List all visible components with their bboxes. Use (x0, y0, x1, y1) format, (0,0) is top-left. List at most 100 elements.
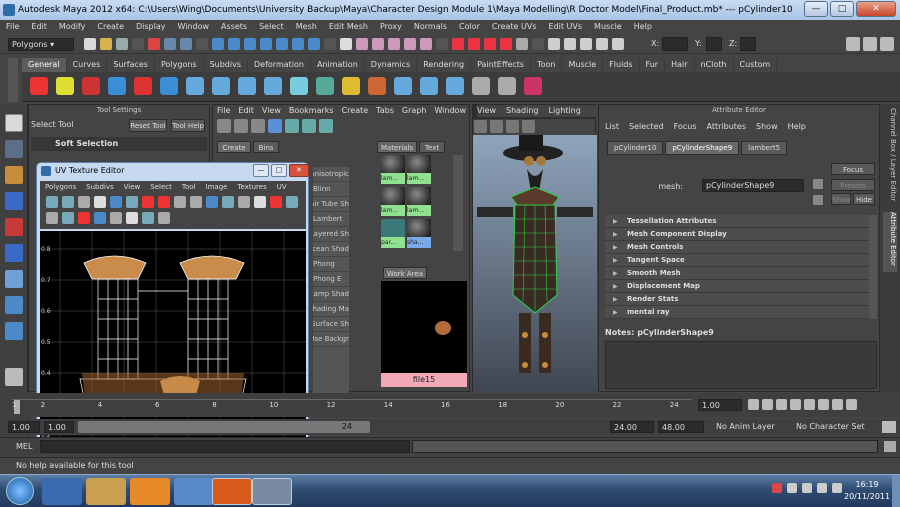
save-scene-icon[interactable] (116, 38, 128, 50)
tray-icon[interactable] (787, 483, 797, 493)
attribute-section-header[interactable]: Render Stats (605, 293, 869, 306)
uv-menu-item[interactable]: Textures (232, 181, 271, 193)
minimize-button[interactable]: — (804, 1, 828, 17)
material-swatch[interactable]: par... (381, 219, 405, 249)
layout-icon[interactable] (5, 368, 23, 386)
tab-materials[interactable]: Materials (377, 141, 417, 153)
material-swatch[interactable]: lam... (381, 187, 405, 217)
uv-tool-icon[interactable] (94, 196, 106, 208)
snap-view-icon[interactable] (404, 38, 416, 50)
shelf-tool-icon[interactable] (342, 77, 360, 95)
ipr-render-icon[interactable] (500, 38, 512, 50)
go-to-start-icon[interactable] (748, 399, 759, 410)
hypershade-menu-item[interactable]: File (217, 105, 230, 117)
material-swatch[interactable]: sha... (407, 219, 431, 249)
step-back-frame-icon[interactable] (776, 399, 787, 410)
attribute-section-header[interactable]: mental ray (605, 306, 869, 319)
shelf-tool-icon[interactable] (368, 77, 386, 95)
shader-node-item[interactable]: Layered Sh (313, 227, 349, 242)
character-set-dropdown[interactable]: No Character Set (796, 421, 878, 433)
uv-maximize-button[interactable]: □ (271, 164, 287, 177)
shelf-tab[interactable]: Surfaces (107, 58, 155, 72)
shelf-menu-button[interactable] (8, 58, 18, 102)
menu-item[interactable]: Proxy (374, 20, 408, 34)
hypershade-menu-item[interactable]: Window (434, 105, 466, 117)
tab-work-area[interactable]: Work Area (383, 267, 427, 279)
uv-tool-icon[interactable] (78, 212, 90, 224)
uv-menu-item[interactable]: Image (201, 181, 233, 193)
shelf-tool-icon[interactable] (290, 77, 308, 95)
menu-item[interactable]: Muscle (588, 20, 628, 34)
shelf-tool-icon[interactable] (212, 77, 230, 95)
attribute-tab[interactable]: pCylinder10 (607, 141, 664, 155)
step-forward-key-icon[interactable] (832, 399, 843, 410)
scale-tool-icon[interactable] (5, 244, 23, 262)
viewport-tool-icon[interactable] (474, 120, 487, 133)
shelf-tab[interactable]: General (22, 58, 67, 72)
menu-item[interactable]: Modify (53, 20, 92, 34)
shelf-tool-icon[interactable] (186, 77, 204, 95)
render-settings-icon[interactable] (516, 38, 528, 50)
y-input[interactable] (706, 37, 722, 51)
attribute-menu-item[interactable]: Focus (674, 121, 697, 133)
new-scene-icon[interactable] (84, 38, 96, 50)
menu-item[interactable]: Create UVs (486, 20, 543, 34)
hide-button[interactable]: Hide (853, 193, 875, 205)
mask-icon[interactable] (212, 38, 224, 50)
uv-menu-item[interactable]: Tool (177, 181, 201, 193)
media-player-icon[interactable] (130, 478, 170, 505)
tool-settings-toggle-icon[interactable] (880, 37, 894, 51)
internet-explorer-icon[interactable] (42, 478, 82, 505)
shader-node-item[interactable]: Phong (313, 257, 349, 272)
toolbar-icon[interactable] (217, 119, 231, 133)
sidebar-toggle-icon[interactable] (564, 38, 576, 50)
hypershade-menu-item[interactable]: Graph (402, 105, 427, 117)
shelf-tool-icon[interactable] (498, 77, 516, 95)
viewport-tool-icon[interactable] (490, 120, 503, 133)
uv-tool-icon[interactable] (142, 196, 154, 208)
maya-taskbar-icon[interactable] (252, 478, 292, 505)
mask-icon[interactable] (292, 38, 304, 50)
channel-box-toggle-icon[interactable] (846, 37, 860, 51)
shelf-tool-icon[interactable] (394, 77, 412, 95)
playback-start-field[interactable]: 1.00 (44, 421, 74, 433)
shelf-tab[interactable]: Hair (665, 58, 695, 72)
end-time-field[interactable]: 48.00 (658, 421, 704, 433)
select-object-icon[interactable] (164, 38, 176, 50)
presets-button[interactable]: Presets (831, 179, 875, 191)
anim-layer-dropdown[interactable]: No Anim Layer (716, 421, 790, 433)
shelf-tool-icon[interactable] (264, 77, 282, 95)
attribute-section-header[interactable]: Mesh Component Display (605, 228, 869, 241)
step-back-key-icon[interactable] (762, 399, 773, 410)
mesh-name-field[interactable]: pCylinderShape9 (702, 179, 804, 192)
viewport-menu-item[interactable]: View (477, 105, 496, 117)
soft-selection-section[interactable]: Soft Selection (31, 137, 207, 151)
shelf-tab[interactable]: Rendering (417, 58, 472, 72)
shelf-tool-icon[interactable] (108, 77, 126, 95)
attribute-menu-item[interactable]: Help (788, 121, 806, 133)
attribute-section-header[interactable]: Tessellation Attributes (605, 215, 869, 228)
tray-icon[interactable] (772, 483, 782, 493)
rotate-tool-icon[interactable] (5, 218, 23, 236)
notes-field[interactable] (605, 341, 877, 389)
menu-item[interactable]: Assets (215, 20, 253, 34)
side-tab-channel-box[interactable]: Channel Box / Layer Editor (883, 108, 897, 208)
menu-item[interactable]: Help (628, 20, 658, 34)
shader-node-item[interactable]: Lambert (313, 212, 349, 227)
shelf-tool-icon[interactable] (134, 77, 152, 95)
network-icon[interactable] (817, 483, 827, 493)
shader-node-item[interactable]: Anisotropic (313, 167, 349, 182)
menu-item[interactable]: Edit (25, 20, 53, 34)
history-icon[interactable] (452, 38, 464, 50)
tray-icon[interactable] (802, 483, 812, 493)
toolbar-icon[interactable] (234, 119, 248, 133)
material-swatch[interactable]: lam... (407, 187, 431, 217)
attribute-section-header[interactable]: Mesh Controls (605, 241, 869, 254)
viewport-menu-item[interactable]: Lighting (548, 105, 580, 117)
close-button[interactable]: ✕ (856, 1, 896, 17)
go-to-end-icon[interactable] (846, 399, 857, 410)
uv-tool-icon[interactable] (46, 212, 58, 224)
attribute-menu-item[interactable]: Attributes (707, 121, 747, 133)
menu-item[interactable]: Window (172, 20, 216, 34)
last-tool-icon[interactable] (5, 322, 23, 340)
